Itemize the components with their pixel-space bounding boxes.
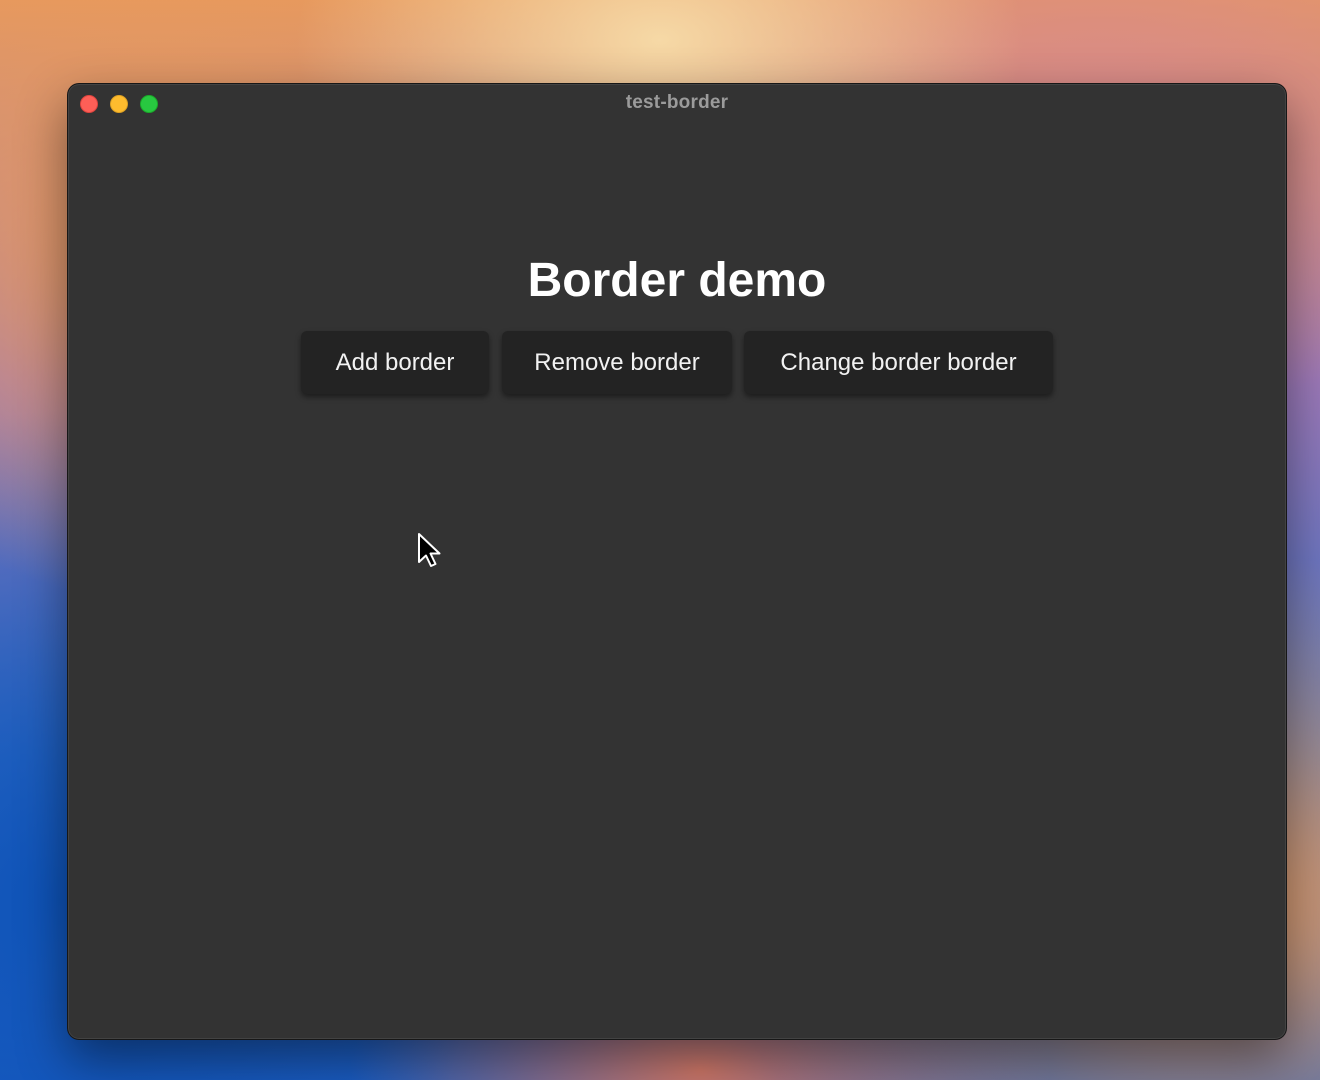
title-bar[interactable]: test-border xyxy=(68,84,1286,122)
change-border-button[interactable]: Change border border xyxy=(744,331,1053,394)
remove-border-button[interactable]: Remove border xyxy=(502,331,732,394)
main-content: Border demo Add border Remove border Cha… xyxy=(68,122,1286,1039)
mouse-pointer-icon xyxy=(418,533,441,567)
add-border-button[interactable]: Add border xyxy=(301,331,489,394)
page-title: Border demo xyxy=(527,254,827,307)
window-title: test-border xyxy=(625,92,729,113)
desktop-wallpaper: test-border Border demo Add border Remov… xyxy=(0,0,1320,1080)
app-window: test-border Border demo Add border Remov… xyxy=(67,83,1287,1040)
